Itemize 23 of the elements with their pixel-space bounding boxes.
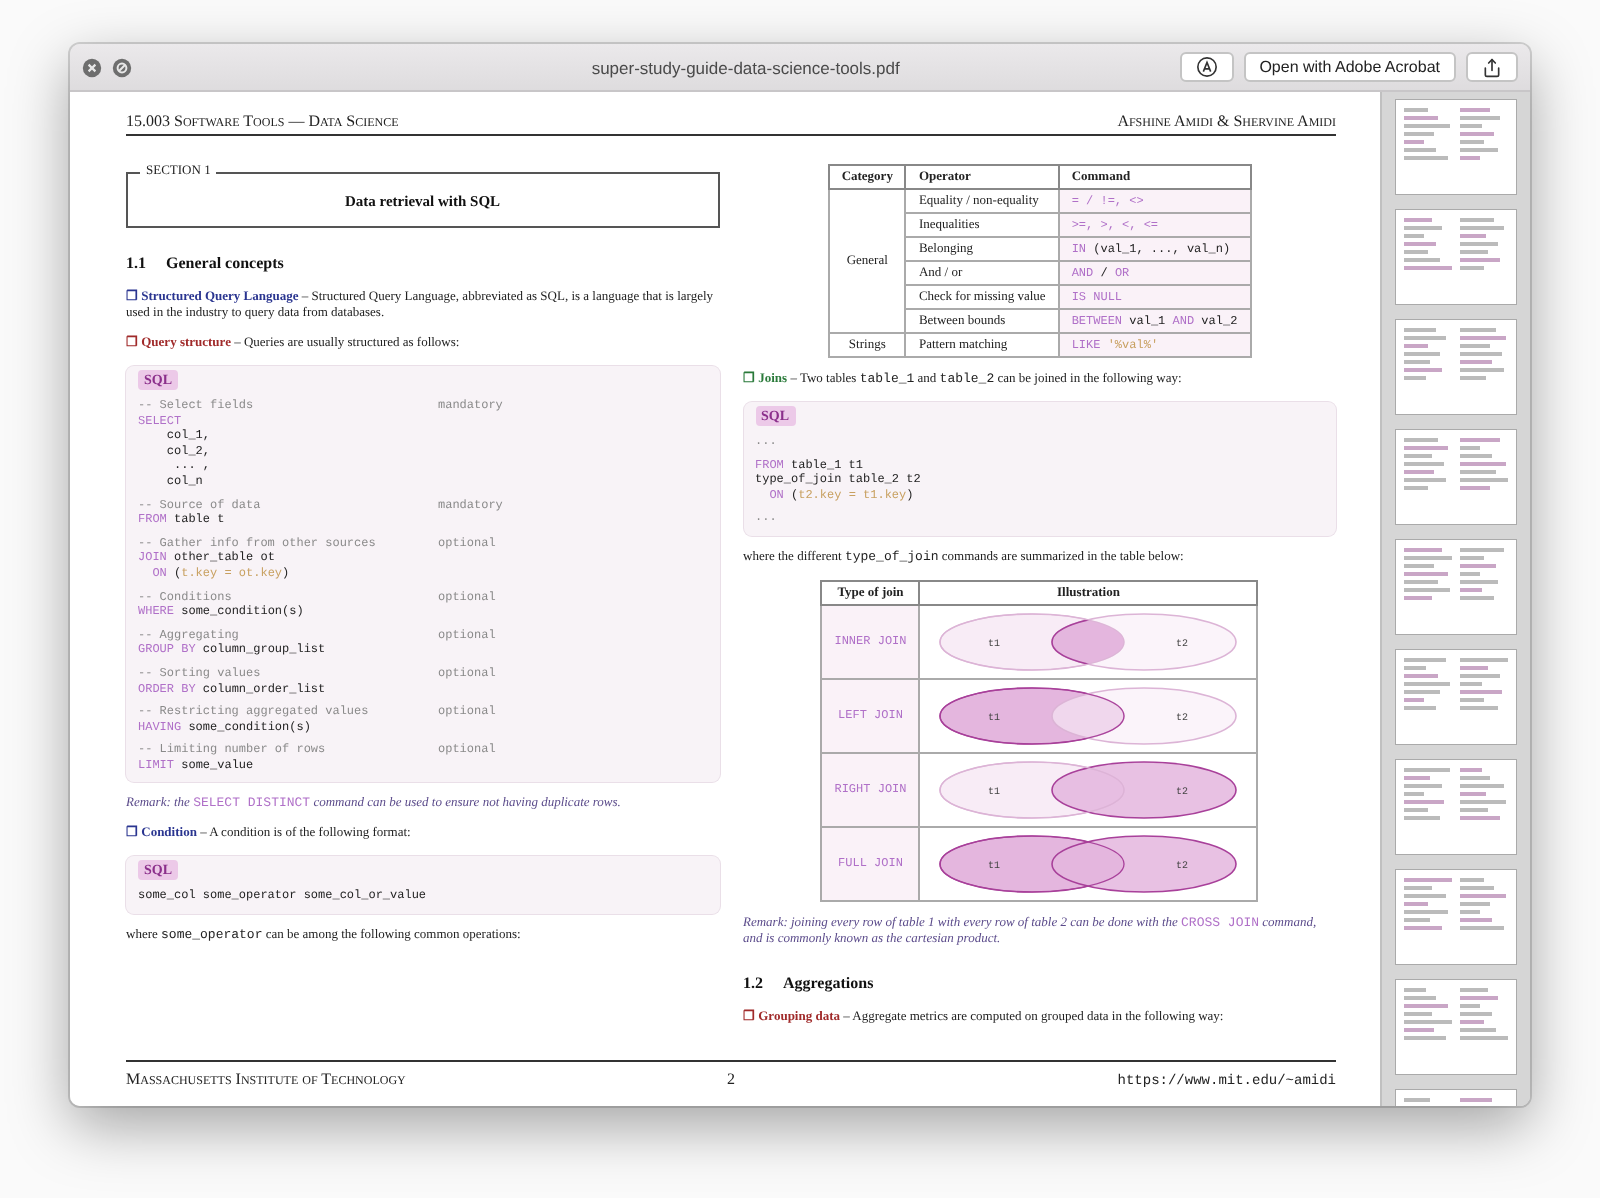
page-thumbnail[interactable] <box>1396 320 1516 414</box>
open-with-button[interactable]: Open with Adobe Acrobat <box>1243 52 1456 82</box>
markup-button[interactable] <box>1179 52 1234 82</box>
page-thumbnail[interactable] <box>1396 650 1516 744</box>
share-icon <box>1482 57 1502 77</box>
close-icon[interactable] <box>82 57 102 77</box>
page-number: 2 <box>727 1070 735 1088</box>
page-thumbnail[interactable] <box>1396 540 1516 634</box>
page-header-authors: Afshine Amidi & Shervine Amidi <box>1117 112 1336 130</box>
page-thumbnail[interactable] <box>1396 980 1516 1074</box>
page-thumbnail[interactable] <box>1396 870 1516 964</box>
pen-circle-icon <box>1195 56 1218 78</box>
page-footer-institution: Massachusetts Institute of Technology <box>126 1070 408 1088</box>
page-thumbnail[interactable] <box>1396 100 1516 194</box>
window-title: super-study-guide-data-science-tools.pdf <box>589 57 902 77</box>
fullscreen-icon[interactable] <box>112 57 132 77</box>
page-header-title: 15.003 Software Tools — Data Science <box>126 112 399 130</box>
section-heading: 1.1 General concepts <box>126 254 286 272</box>
section-heading: 1.2 Aggregations <box>743 973 876 992</box>
share-button[interactable] <box>1466 52 1518 82</box>
page-thumbnail[interactable] <box>1396 430 1516 524</box>
page-thumbnail[interactable] <box>1396 760 1516 854</box>
page-thumbnail[interactable] <box>1396 210 1516 304</box>
